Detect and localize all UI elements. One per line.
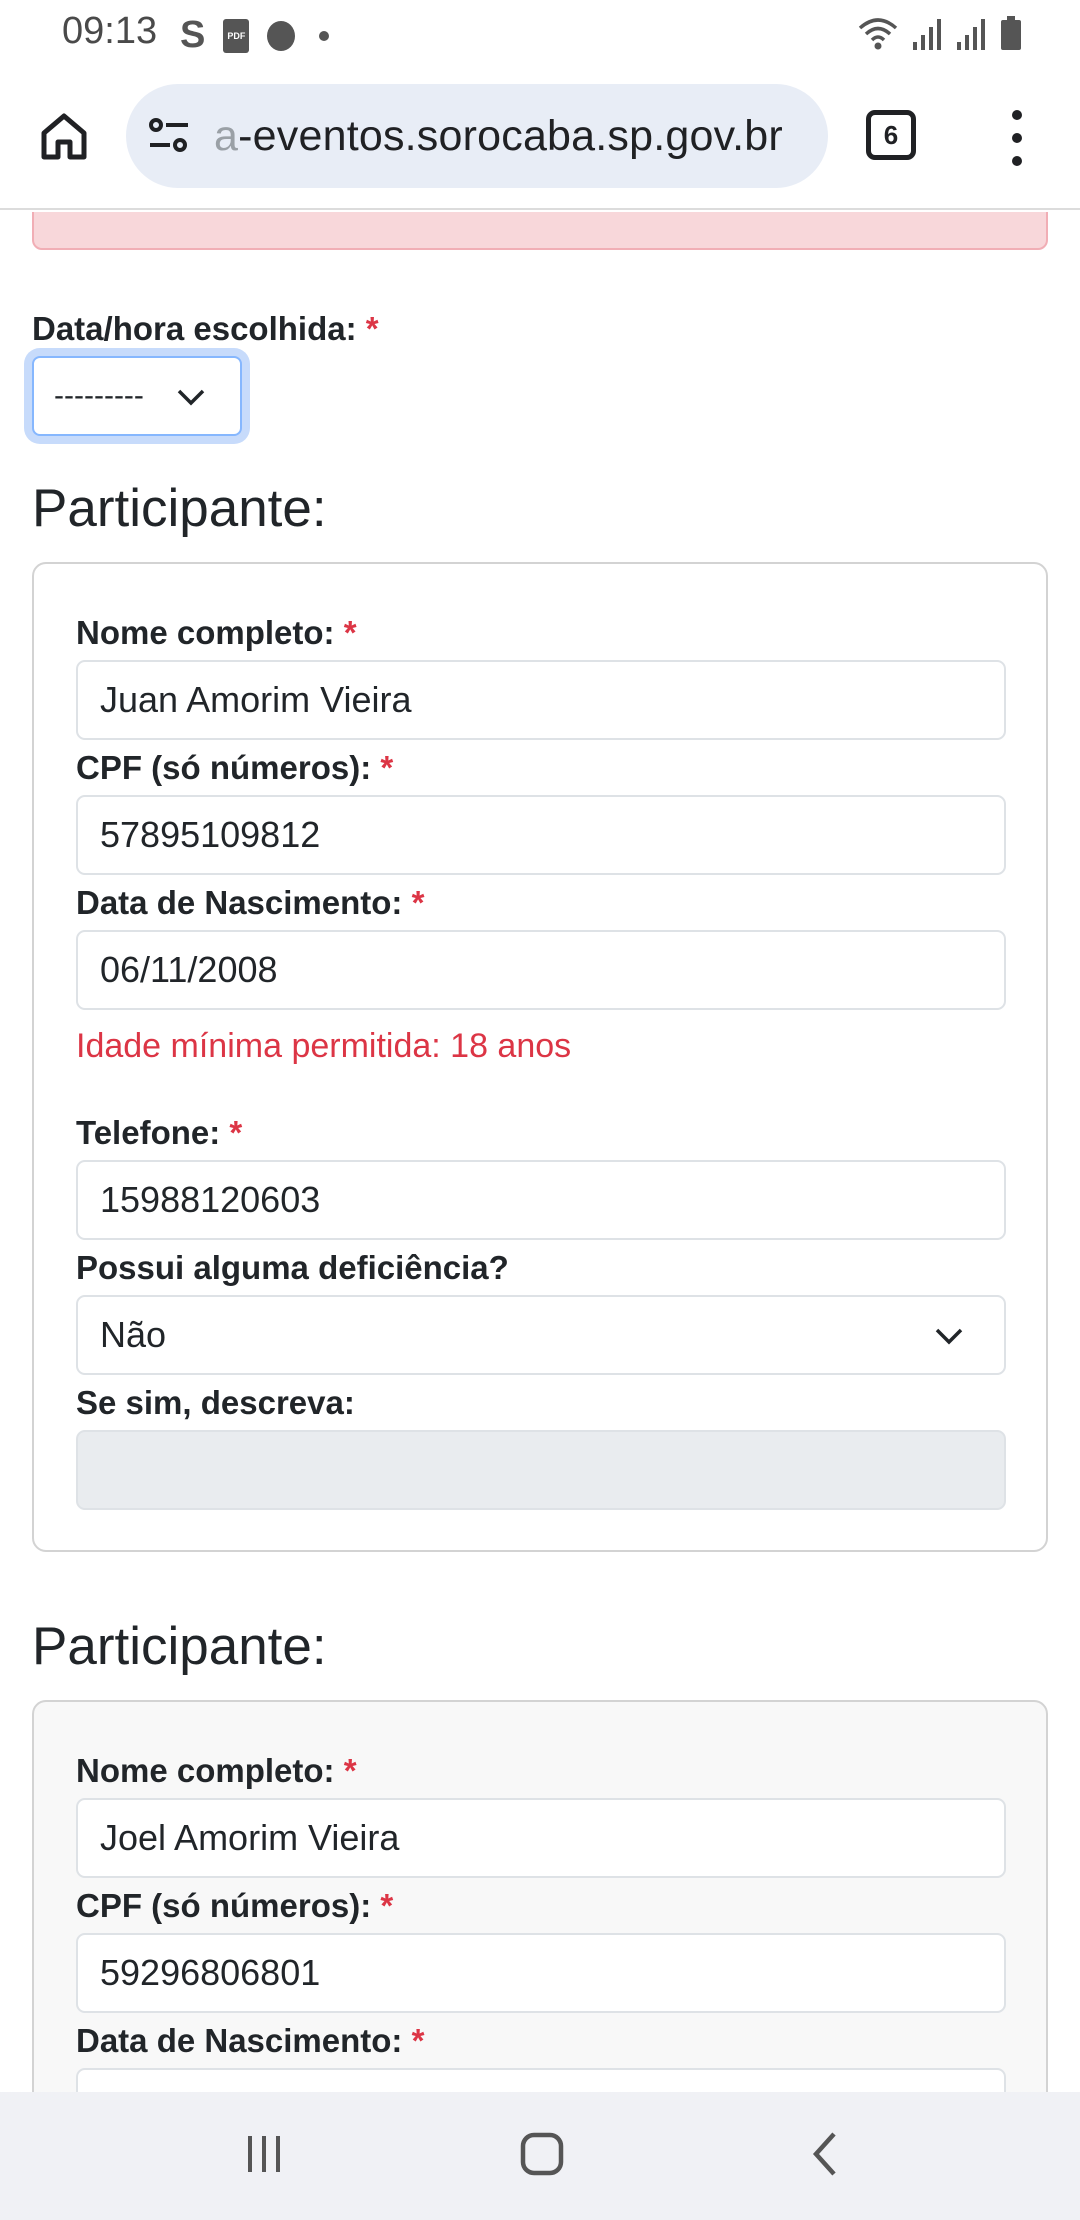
- home-icon: [41, 113, 87, 160]
- participant-2-card: Nome completo: * Joel Amorim Vieira CPF …: [32, 1700, 1048, 2092]
- s-app-icon: S: [180, 14, 206, 56]
- cpf-input[interactable]: 59296806801: [76, 1933, 1006, 2013]
- menu-dot: [1012, 110, 1022, 120]
- birth-date-error: Idade mínima permitida: 18 anos: [76, 1027, 572, 1065]
- phone-input[interactable]: 15988120603: [76, 1160, 1006, 1240]
- signal-icon: [913, 19, 941, 50]
- status-system-icons: [858, 14, 1022, 50]
- describe-label: Se sim, descreva:: [76, 1384, 355, 1421]
- more-notifications-icon: [319, 30, 330, 41]
- tab-switcher-button[interactable]: 6: [866, 110, 916, 160]
- datetime-select-value: ---------: [54, 379, 144, 412]
- signal-icon: [957, 19, 985, 50]
- page-content: Data/hora escolhida: * --------- Partici…: [0, 212, 1080, 2092]
- system-navigation-bar: [0, 2092, 1080, 2220]
- name-input[interactable]: Juan Amorim Vieira: [76, 660, 1006, 740]
- site-settings-icon[interactable]: [146, 113, 192, 159]
- home-nav-button[interactable]: [510, 2122, 574, 2186]
- disability-label: Possui alguma deficiência?: [76, 1249, 509, 1286]
- cpf-label: CPF (só números): *: [76, 749, 394, 786]
- chevron-down-icon: [177, 389, 205, 406]
- birth-date-label: Data de Nascimento: *: [76, 2022, 425, 2059]
- chevron-down-icon: [935, 1328, 963, 1345]
- home-button[interactable]: [34, 106, 94, 166]
- app-icon: [267, 20, 296, 51]
- back-icon: [812, 2132, 836, 2176]
- cpf-label: CPF (só números): *: [76, 1887, 394, 1924]
- birth-date-label: Data de Nascimento: *: [76, 884, 425, 921]
- status-notification-icons: S PDF: [180, 14, 330, 57]
- status-time: 09:13: [62, 10, 158, 52]
- name-input[interactable]: Joel Amorim Vieira: [76, 1798, 1006, 1878]
- address-bar[interactable]: a-eventos.sorocaba.sp.gov.br: [126, 84, 828, 188]
- back-button[interactable]: [794, 2122, 858, 2186]
- recent-apps-icon: [248, 2136, 280, 2172]
- participant-1-title: Participante:: [32, 479, 327, 538]
- status-bar: 09:13 S PDF: [0, 0, 1080, 66]
- disability-select[interactable]: Não: [76, 1295, 1006, 1375]
- menu-dot: [1012, 156, 1022, 166]
- datetime-label: Data/hora escolhida: *: [32, 310, 379, 347]
- datetime-select[interactable]: ---------: [32, 356, 242, 436]
- menu-dot: [1012, 133, 1022, 143]
- cpf-input[interactable]: 57895109812: [76, 795, 1006, 875]
- recent-apps-button[interactable]: [232, 2122, 296, 2186]
- url-text[interactable]: a-eventos.sorocaba.sp.gov.br: [214, 112, 783, 161]
- pdf-icon: PDF: [223, 18, 250, 53]
- battery-icon: [1001, 16, 1021, 50]
- birth-date-input[interactable]: [76, 2068, 1006, 2092]
- browser-toolbar: a-eventos.sorocaba.sp.gov.br 6: [0, 66, 1080, 210]
- describe-input[interactable]: [76, 1430, 1006, 1510]
- home-nav-icon: [520, 2132, 564, 2176]
- name-label: Nome completo: *: [76, 614, 357, 651]
- phone-label: Telefone: *: [76, 1114, 243, 1151]
- name-label: Nome completo: *: [76, 1752, 357, 1789]
- participant-1-card: Nome completo: * Juan Amorim Vieira CPF …: [32, 562, 1048, 1552]
- participant-2-title: Participante:: [32, 1617, 327, 1676]
- birth-date-input[interactable]: 06/11/2008: [76, 930, 1006, 1010]
- error-alert: [32, 212, 1048, 250]
- disability-select-value: Não: [100, 1314, 167, 1355]
- more-menu-button[interactable]: [1000, 110, 1034, 166]
- wifi-icon: [858, 18, 898, 50]
